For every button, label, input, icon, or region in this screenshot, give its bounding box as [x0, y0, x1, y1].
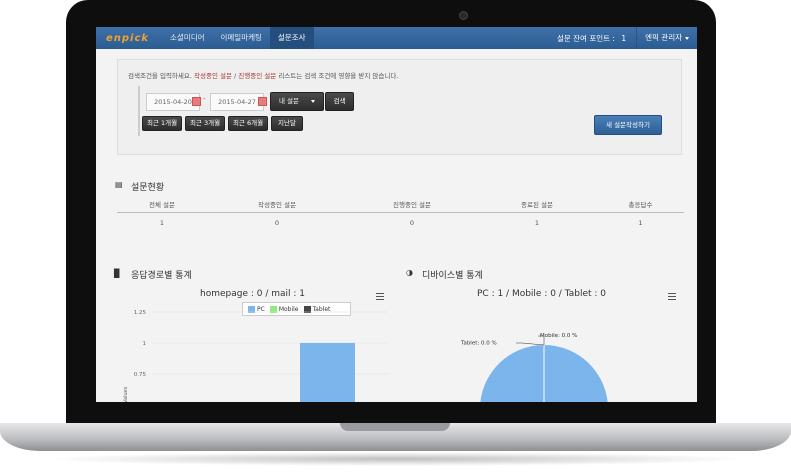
new-survey-button[interactable]: 새 설문작성하기: [594, 115, 662, 135]
y-tick-label: 1: [143, 341, 147, 347]
cell-total: 1: [159, 219, 165, 227]
cell-closed: 1: [534, 219, 540, 227]
y-tick-label: 0.75: [134, 372, 147, 378]
search-notice: 검색조건을 입력하세요. 작성중인 설문 / 진행중인 설문 리스트는 검색 조…: [128, 70, 398, 80]
notice-text-end: 리스트는 검색 조건에 영향을 받지 않습니다.: [278, 72, 399, 80]
search-button[interactable]: 검색: [325, 92, 354, 111]
caret-down-icon: [311, 99, 316, 103]
calendar-icon[interactable]: [192, 97, 201, 106]
calendar-icon[interactable]: [258, 97, 267, 106]
top-navbar: enpick 소셜미디어 이메일마케팅 설문조사 설문 잔여 포인트 : 1 엔…: [96, 27, 697, 49]
contrast-icon: ◑: [406, 268, 413, 277]
route-chart-section-title: 응답경로별 통계: [131, 271, 192, 281]
route-bar-chart: 1.25 1 0.75 Values: [123, 310, 388, 402]
table-row: 1 0 0 1 1: [117, 213, 684, 233]
laptop-shadow: [40, 452, 751, 466]
brand-logo[interactable]: enpick: [96, 33, 162, 44]
range-3-months-button[interactable]: 최근 3개월: [185, 116, 225, 131]
caret-down-icon: [685, 36, 689, 40]
device-chart-section-title: 디바이스별 통계: [422, 271, 483, 281]
laptop-notch: [340, 423, 450, 431]
col-header-drafting: 작성중인 설문: [258, 201, 296, 209]
stats-table-header: 전체 설문 작성중인 설문 진행중인 설문 종료된 설문 총응답수: [117, 198, 684, 213]
points-label: 설문 잔여 포인트 :: [556, 33, 615, 43]
range-1-month-button[interactable]: 최근 1개월: [142, 116, 182, 131]
list-icon: ▤: [115, 180, 123, 189]
notice-highlight-ongoing: 진행중인 설문: [238, 72, 277, 80]
cell-ongoing: 0: [409, 219, 415, 227]
nav-item-social-media[interactable]: 소셜미디어: [162, 27, 213, 49]
col-header-closed: 종료된 설문: [521, 201, 553, 209]
date-to-input[interactable]: 2015-04-27: [210, 93, 264, 111]
screen: enpick 소셜미디어 이메일마케팅 설문조사 설문 잔여 포인트 : 1 엔…: [96, 27, 697, 402]
device-pie-chart: Mobile: 0.0 % Tablet: 0.0 %: [460, 333, 608, 402]
stats-table: 전체 설문 작성중인 설문 진행중인 설문 종료된 설문 총응답수 1 0 0 …: [117, 198, 684, 233]
notice-highlight-drafting: 작성중인 설문: [194, 72, 232, 80]
search-controls: 2015-04-20 - 2015-04-27 내 설문 검색 최근 1개월 최…: [138, 86, 465, 136]
webcam-icon: [459, 11, 468, 20]
date-range-separator: -: [203, 95, 206, 103]
stats-section-title: 설문현황: [131, 183, 165, 193]
nav-item-survey[interactable]: 설문조사: [269, 27, 314, 49]
admin-menu[interactable]: 엔픽 관리자: [636, 27, 697, 49]
points-value: 1: [621, 33, 627, 43]
bar-pc[interactable]: [300, 343, 355, 402]
scope-select-value: 내 설문: [278, 97, 299, 105]
tablet-data-label: Tablet: 0.0 %: [460, 341, 497, 347]
col-header-ongoing: 진행중인 설문: [393, 201, 431, 209]
y-tick-label: 1.25: [134, 310, 147, 316]
cell-responses: 1: [638, 219, 643, 227]
search-panel: 검색조건을 입력하세요. 작성중인 설문 / 진행중인 설문 리스트는 검색 조…: [117, 59, 682, 155]
points-display: 설문 잔여 포인트 : 1: [547, 33, 636, 44]
range-6-months-button[interactable]: 최근 6개월: [228, 116, 268, 131]
col-header-responses: 총응답수: [628, 201, 653, 209]
notice-text: 검색조건을 입력하세요.: [128, 72, 192, 80]
bar-chart-icon: ▉: [114, 269, 121, 278]
cell-drafting: 0: [274, 219, 280, 227]
tablet-connector: [516, 342, 545, 346]
admin-label: 엔픽 관리자: [645, 33, 682, 42]
range-last-month-button[interactable]: 지난달: [271, 116, 303, 131]
nav-item-email-marketing[interactable]: 이메일마케팅: [213, 27, 270, 49]
scope-select[interactable]: 내 설문: [270, 92, 324, 111]
y-axis-label: Values: [123, 386, 129, 402]
col-header-total: 전체 설문: [149, 201, 175, 209]
mobile-data-label: Mobile: 0.0 %: [540, 333, 577, 339]
